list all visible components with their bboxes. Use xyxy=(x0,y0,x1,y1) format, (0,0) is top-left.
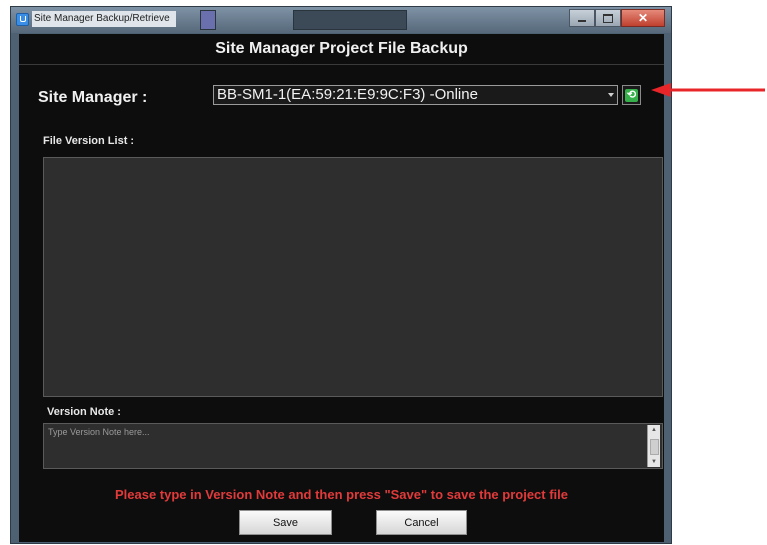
site-manager-selected-value: BB-SM1-1(EA:59:21:E9:9C:F3) -Online xyxy=(217,86,478,103)
close-icon: ✕ xyxy=(637,11,649,25)
background-window-fragment xyxy=(200,10,216,30)
dialog-title: Site Manager Project File Backup xyxy=(19,34,664,65)
version-note-input[interactable] xyxy=(44,424,644,468)
chevron-down-icon xyxy=(608,93,614,97)
site-manager-label: Site Manager : xyxy=(38,89,148,106)
cancel-button[interactable]: Cancel xyxy=(376,510,467,535)
annotation-arrow-icon xyxy=(651,83,765,97)
app-icon xyxy=(16,13,29,26)
minimize-button[interactable] xyxy=(569,9,595,27)
refresh-icon: ⟲ xyxy=(625,88,638,102)
maximize-button[interactable] xyxy=(595,9,621,27)
backup-window: Site Manager Backup/Retrieve ✕ Site Mana… xyxy=(10,6,672,544)
version-note-label: Version Note : xyxy=(47,406,121,418)
window-title: Site Manager Backup/Retrieve xyxy=(32,11,176,27)
refresh-button[interactable]: ⟲ xyxy=(622,85,641,105)
file-version-list-label: File Version List : xyxy=(43,135,135,147)
instruction-message: Please type in Version Note and then pre… xyxy=(114,487,569,502)
window-controls: ✕ xyxy=(569,9,665,27)
maximize-icon xyxy=(603,13,613,23)
file-version-list[interactable] xyxy=(43,157,663,397)
version-note-box: ▲ ▼ xyxy=(43,423,663,469)
close-button[interactable]: ✕ xyxy=(621,9,665,27)
save-button[interactable]: Save xyxy=(239,510,332,535)
minimize-icon xyxy=(578,20,586,22)
background-window-fragment xyxy=(293,10,407,30)
scroll-thumb[interactable] xyxy=(650,439,659,455)
site-manager-select[interactable]: BB-SM1-1(EA:59:21:E9:9C:F3) -Online xyxy=(213,85,618,105)
title-bar[interactable]: Site Manager Backup/Retrieve ✕ xyxy=(11,7,671,33)
dialog-panel: Site Manager Project File Backup Site Ma… xyxy=(19,34,664,542)
version-note-scrollbar[interactable]: ▲ ▼ xyxy=(647,425,660,467)
scroll-up-icon[interactable]: ▲ xyxy=(651,427,657,433)
scroll-down-icon[interactable]: ▼ xyxy=(651,459,657,465)
